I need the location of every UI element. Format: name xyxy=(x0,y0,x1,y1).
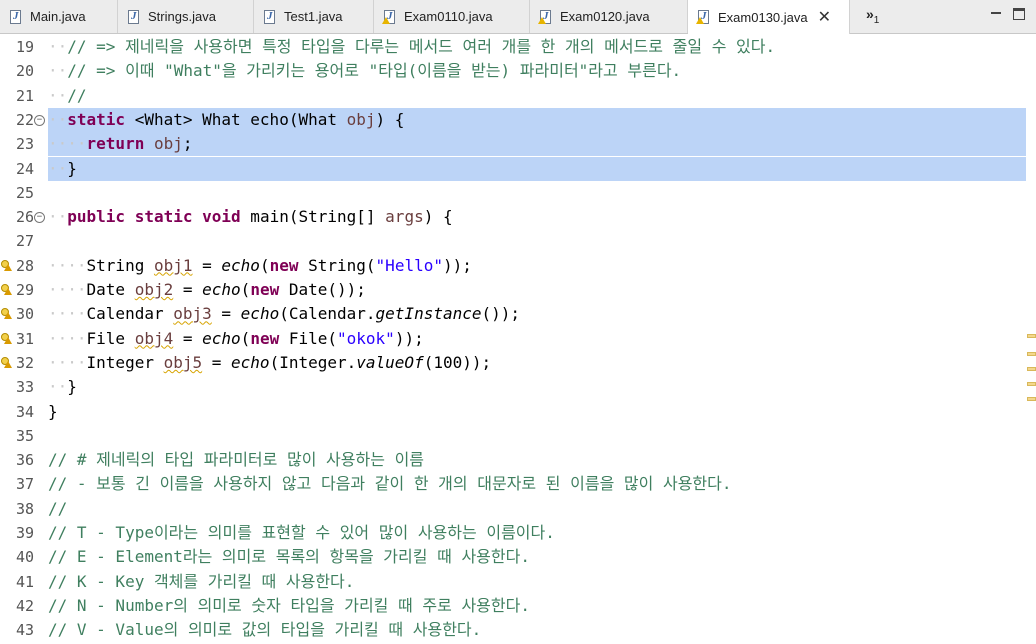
code-line[interactable]: ··} xyxy=(48,157,77,181)
code-line[interactable]: ····String obj1 = echo(new String("Hello… xyxy=(48,254,472,278)
maximize-icon[interactable] xyxy=(1013,8,1025,20)
code-line[interactable]: ··// => 제네릭을 사용하면 특정 타입을 다루는 메서드 여러 개를 한… xyxy=(48,35,775,59)
line-number: 33 xyxy=(15,378,34,397)
code-line[interactable]: // # 제네릭의 타입 파라미터로 많이 사용하는 이름 xyxy=(48,448,424,472)
line-number: 20 xyxy=(15,62,34,81)
selection-highlight xyxy=(48,156,1026,181)
tab-strings[interactable]: J Strings.java xyxy=(118,0,254,33)
tab-label: Main.java xyxy=(30,9,86,24)
line-number: 26 xyxy=(15,208,34,227)
code-line[interactable]: // - 보통 긴 이름을 사용하지 않고 다음과 같이 한 개의 대문자로 된… xyxy=(48,472,732,496)
code-line[interactable]: ··// => 이때 "What"을 가리키는 용어로 "타입(이름을 받는) … xyxy=(48,59,681,83)
tab-label: Test1.java xyxy=(284,9,343,24)
java-file-icon: J xyxy=(126,9,142,25)
tab-label: Exam0120.java xyxy=(560,9,650,24)
code-line[interactable]: // xyxy=(48,497,67,521)
line-number: 38 xyxy=(15,499,34,518)
close-tab-icon[interactable]: ✕ xyxy=(818,7,831,27)
tab-main[interactable]: J Main.java xyxy=(0,0,118,33)
java-file-icon: J xyxy=(538,9,554,25)
line-number: 22 xyxy=(15,110,34,129)
editor-tab-bar: J Main.java J Strings.java J Test1.java J Exam0… xyxy=(0,0,1036,34)
overview-ruler-warning-marker[interactable] xyxy=(1027,397,1036,401)
warning-quickfix-icon[interactable] xyxy=(1,356,12,368)
code-line[interactable]: ····Calendar obj3 = echo(Calendar.getIns… xyxy=(48,302,520,326)
tab-exam0130[interactable]: J Exam0130.java ✕ xyxy=(688,0,850,34)
overview-ruler-warning-marker[interactable] xyxy=(1027,352,1036,356)
line-number: 24 xyxy=(15,159,34,178)
tab-label: Exam0110.java xyxy=(404,9,493,24)
line-number: 40 xyxy=(15,548,34,567)
code-editor[interactable]: 19 ··// => 제네릭을 사용하면 특정 타입을 다루는 메서드 여러 개를… xyxy=(0,34,1036,644)
warning-quickfix-icon[interactable] xyxy=(1,284,12,295)
code-line[interactable]: ····File obj4 = echo(new File("okok")); xyxy=(48,327,424,351)
tab-exam0110[interactable]: J Exam0110.java xyxy=(374,0,530,33)
code-line[interactable]: ····return obj; xyxy=(48,132,193,156)
code-line[interactable]: ··public static void main(String[] args)… xyxy=(48,205,453,229)
overview-ruler-warning-marker[interactable] xyxy=(1027,382,1036,386)
tab-overflow-button[interactable]: »1 xyxy=(866,6,879,26)
fold-toggle-icon[interactable]: − xyxy=(34,212,45,224)
code-line[interactable]: ··} xyxy=(48,375,77,399)
java-file-icon: J xyxy=(382,9,398,25)
tab-exam0120[interactable]: J Exam0120.java xyxy=(530,0,688,33)
overview-ruler-warning-marker[interactable] xyxy=(1027,367,1036,371)
fold-toggle-icon[interactable]: − xyxy=(34,114,45,126)
line-number: 37 xyxy=(15,475,34,494)
line-number: 39 xyxy=(15,524,34,542)
selection-highlight xyxy=(48,132,1026,157)
tab-test1[interactable]: J Test1.java xyxy=(254,0,374,33)
line-number: 35 xyxy=(15,426,34,445)
code-line[interactable]: // T - Type이라는 의미를 표현할 수 있어 많이 사용하는 이름이다… xyxy=(48,521,555,545)
line-number: 23 xyxy=(15,135,34,154)
java-file-icon: J xyxy=(8,9,24,25)
line-number: 41 xyxy=(15,572,34,591)
line-number: 25 xyxy=(15,183,34,202)
line-number: 43 xyxy=(15,621,34,640)
minimize-icon[interactable] xyxy=(991,12,1001,17)
code-line[interactable]: // N - Number의 의미로 숫자 타입을 가리킬 때 주로 사용한다. xyxy=(48,594,530,618)
line-number: 27 xyxy=(15,232,34,251)
code-line[interactable]: ··static <What> What echo(What obj) { xyxy=(48,108,404,132)
warning-quickfix-icon[interactable] xyxy=(1,259,12,271)
line-number: 36 xyxy=(15,451,34,470)
tab-label: Strings.java xyxy=(148,9,216,24)
line-number: 42 xyxy=(15,596,34,615)
code-line[interactable]: } xyxy=(48,400,58,424)
line-number: 34 xyxy=(15,402,34,421)
code-line[interactable]: // K - Key 객체를 가리킬 때 사용한다. xyxy=(48,570,354,594)
code-line[interactable]: ··// xyxy=(48,84,87,108)
java-file-icon: J xyxy=(696,9,712,25)
line-number: 21 xyxy=(15,86,34,105)
tab-label: Exam0130.java xyxy=(718,9,808,25)
code-line[interactable]: ····Date obj2 = echo(new Date()); xyxy=(48,278,366,302)
code-line[interactable]: // E - Element라는 의미로 목록의 항목을 가리킬 때 사용한다. xyxy=(48,545,530,569)
code-line[interactable]: ····Integer obj5 = echo(Integer.valueOf(… xyxy=(48,351,491,375)
warning-quickfix-icon[interactable] xyxy=(1,332,12,344)
line-number: 19 xyxy=(15,38,34,56)
warning-quickfix-icon[interactable] xyxy=(1,308,12,320)
overview-ruler-warning-marker[interactable] xyxy=(1027,334,1036,338)
java-file-icon: J xyxy=(262,9,278,25)
code-line[interactable]: // V - Value의 의미로 값의 타입을 가리킬 때 사용한다. xyxy=(48,618,481,642)
